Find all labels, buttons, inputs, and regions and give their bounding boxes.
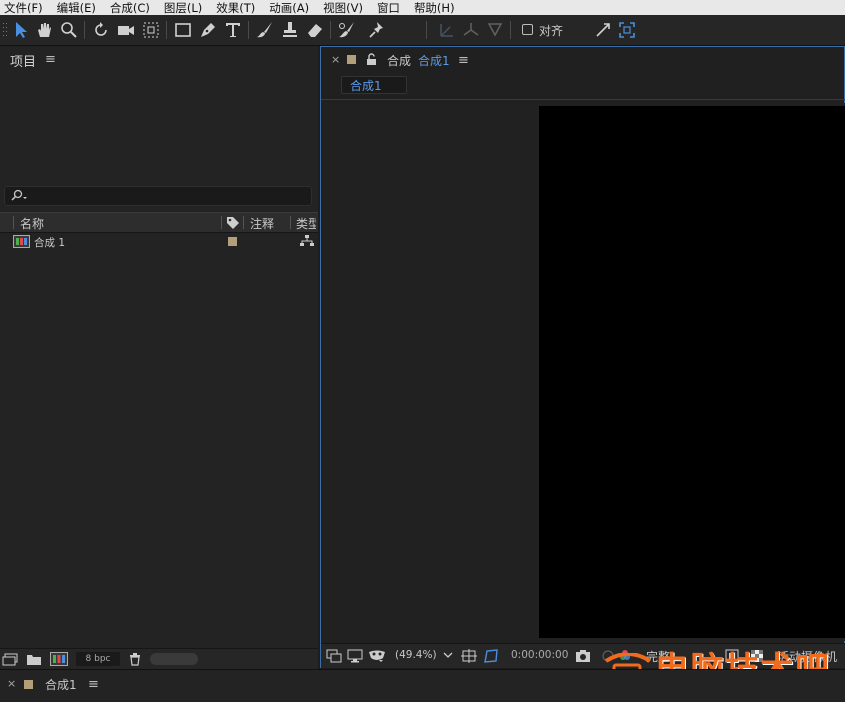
lock-icon[interactable]	[366, 53, 377, 66]
close-panel-icon[interactable]: ×	[331, 53, 340, 66]
local-axis-icon	[436, 19, 458, 41]
world-axis-icon	[460, 19, 482, 41]
selection-tool-icon[interactable]	[10, 19, 32, 41]
roto-brush-tool-icon[interactable]	[336, 19, 358, 41]
eraser-tool-icon[interactable]	[304, 19, 326, 41]
grip-handle[interactable]	[2, 19, 8, 41]
toolbar-divider	[84, 21, 85, 39]
column-comment[interactable]: 注释	[250, 215, 274, 232]
label-color-swatch	[24, 680, 33, 689]
column-type[interactable]: 类型	[296, 215, 316, 232]
menu-window[interactable]: 窗口	[377, 0, 400, 16]
composition-icon	[13, 235, 30, 248]
label-color-swatch	[347, 55, 356, 64]
label-tag-icon[interactable]	[226, 216, 240, 230]
timeline-panel: × 合成1 ≡	[0, 669, 845, 702]
project-item-row[interactable]: 合成 1	[0, 232, 318, 250]
menu-help[interactable]: 帮助(H)	[414, 0, 455, 16]
chevron-down-icon[interactable]	[443, 651, 453, 659]
project-panel	[0, 46, 318, 668]
comp-panel-prefix: 合成	[387, 54, 412, 68]
snap-options-icon[interactable]	[592, 19, 614, 41]
brush-tool-icon[interactable]	[254, 19, 276, 41]
menu-view[interactable]: 视图(V)	[323, 0, 363, 16]
camera-tool-icon[interactable]	[115, 19, 137, 41]
panel-menu-icon[interactable]: ≡	[458, 53, 469, 68]
new-composition-icon[interactable]	[50, 652, 68, 666]
mask-view-icon[interactable]	[368, 649, 386, 663]
snapshot-camera-icon[interactable]	[575, 649, 591, 663]
zoom-level[interactable]: (49.4%)	[395, 649, 437, 661]
toolbar-divider	[248, 21, 249, 39]
resolution-grid-icon[interactable]	[461, 648, 477, 664]
project-item-name: 合成 1	[34, 237, 66, 249]
toolbar-divider	[426, 21, 427, 39]
puppet-pin-tool-icon[interactable]	[366, 19, 388, 41]
interpret-footage-icon[interactable]	[2, 652, 18, 666]
search-icon	[11, 189, 27, 201]
toolbar-divider	[510, 21, 511, 39]
zoom-tool-icon[interactable]	[58, 19, 80, 41]
comp-tab-name[interactable]: 合成1	[418, 52, 450, 69]
delete-trash-icon[interactable]	[128, 652, 142, 666]
view-axis-icon	[484, 19, 506, 41]
project-search-input[interactable]	[4, 186, 312, 206]
snap-grid-icon[interactable]	[616, 19, 638, 41]
panel-menu-icon[interactable]: ≡	[45, 52, 56, 67]
new-folder-icon[interactable]	[26, 652, 42, 666]
menu-composition[interactable]: 合成(C)	[110, 0, 150, 16]
hand-tool-icon[interactable]	[33, 19, 55, 41]
always-preview-icon[interactable]	[326, 649, 342, 663]
menu-file[interactable]: 文件(F)	[4, 0, 43, 16]
bit-depth-button[interactable]: 8 bpc	[76, 652, 120, 666]
menu-animation[interactable]: 动画(A)	[269, 0, 309, 16]
label-color-swatch[interactable]	[228, 237, 237, 246]
project-panel-title: 项目	[10, 55, 37, 70]
tools-panel: 对齐	[0, 15, 845, 46]
pen-tool-icon[interactable]	[197, 19, 219, 41]
panel-menu-icon[interactable]: ≡	[88, 677, 99, 692]
toolbar-divider	[166, 21, 167, 39]
snap-label: 对齐	[539, 24, 564, 38]
monitor-icon[interactable]	[347, 649, 363, 663]
project-footer: 8 bpc	[0, 648, 318, 669]
composition-flowchart-icon[interactable]	[300, 235, 314, 247]
rotate-tool-icon[interactable]	[90, 19, 112, 41]
menu-effect[interactable]: 效果(T)	[216, 0, 255, 16]
menu-layer[interactable]: 图层(L)	[164, 0, 202, 16]
comp-breadcrumb[interactable]: 合成1	[350, 77, 382, 94]
mask-path-icon[interactable]	[482, 648, 499, 664]
pan-behind-tool-icon[interactable]	[140, 19, 162, 41]
rectangle-tool-icon[interactable]	[172, 19, 194, 41]
timeline-tab-name[interactable]: 合成1	[45, 676, 77, 693]
horizontal-scrollbar[interactable]	[150, 653, 198, 665]
toolbar-divider	[330, 21, 331, 39]
type-tool-icon[interactable]	[222, 19, 244, 41]
column-name[interactable]: 名称	[20, 215, 44, 232]
timecode[interactable]: 0:00:00:00	[511, 649, 568, 661]
menu-edit[interactable]: 编辑(E)	[57, 0, 96, 16]
project-column-header: 名称 注释 类型	[0, 212, 318, 233]
close-tab-icon[interactable]: ×	[7, 677, 16, 690]
snap-checkbox[interactable]	[522, 24, 533, 35]
clone-stamp-tool-icon[interactable]	[279, 19, 301, 41]
menu-bar: 文件(F) 编辑(E) 合成(C) 图层(L) 效果(T) 动画(A) 视图(V…	[0, 0, 845, 15]
composition-canvas[interactable]	[539, 106, 845, 638]
